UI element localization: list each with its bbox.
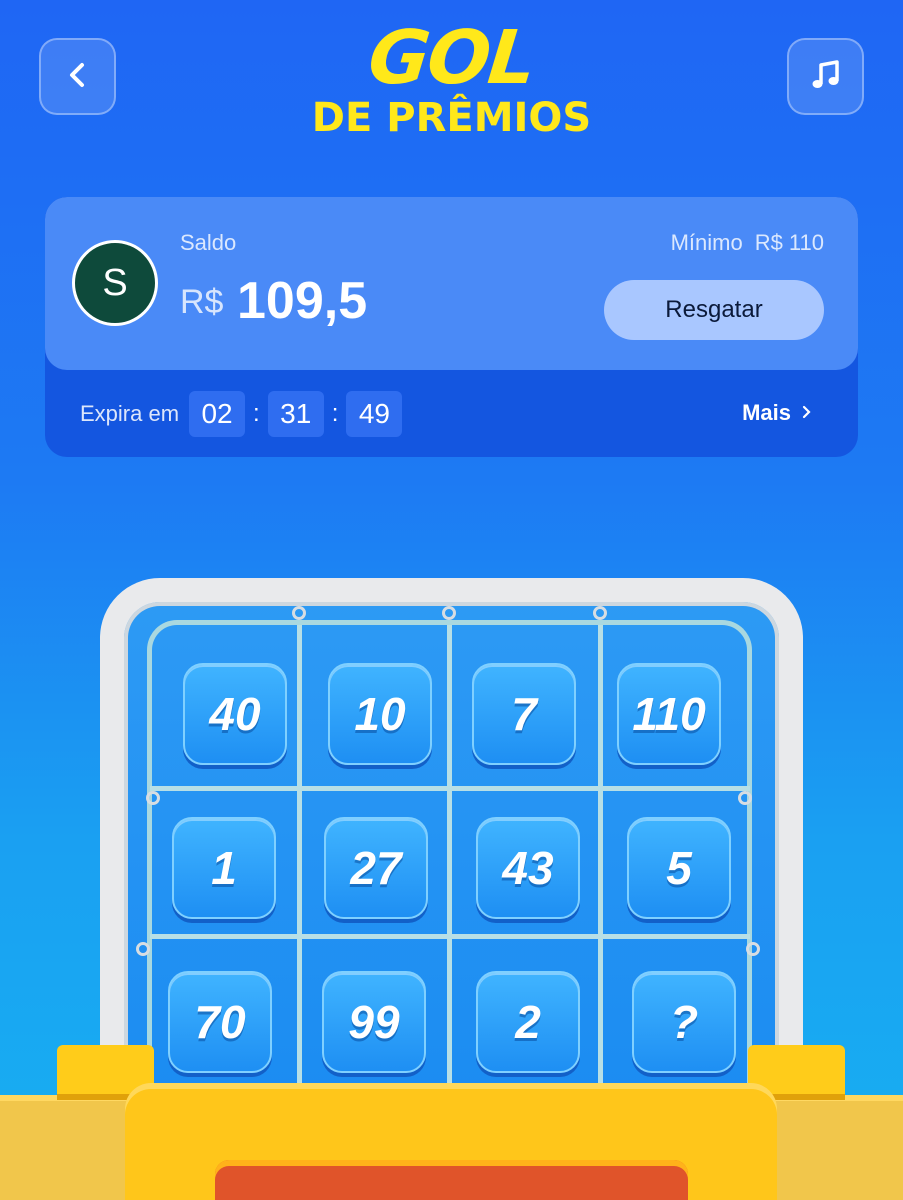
net-line	[150, 934, 750, 939]
net-line	[297, 625, 302, 1100]
saldo-amount: 109,5	[237, 272, 368, 330]
timer-minutes: 31	[267, 391, 324, 437]
music-button[interactable]	[787, 38, 864, 115]
more-link[interactable]: Mais	[742, 400, 813, 426]
minimum-info: Mínimo R$ 110	[671, 230, 824, 256]
timer-separator: :	[253, 400, 260, 427]
timer-hours: 02	[189, 391, 246, 437]
more-link-label: Mais	[742, 400, 791, 425]
minimum-label: Mínimo	[670, 230, 743, 255]
prize-tile[interactable]: 5	[627, 817, 731, 919]
redeem-button[interactable]: Resgatar	[604, 280, 824, 340]
saldo-label: Saldo	[180, 230, 237, 255]
prize-tile[interactable]: 110	[617, 663, 721, 765]
logo-subtitle: DE PRÊMIOS	[311, 95, 592, 141]
net-hook	[146, 791, 160, 805]
net-hook	[746, 942, 760, 956]
prize-tile[interactable]: 7	[472, 663, 576, 765]
balance-panel: S Saldo R$ 109,5 Mínimo R$ 110 Resgatar	[45, 197, 858, 370]
net-hook	[593, 606, 607, 620]
prize-tile[interactable]: 43	[476, 817, 580, 919]
net-hook	[738, 791, 752, 805]
prize-tile[interactable]: 1	[172, 817, 276, 919]
net-hook	[136, 942, 150, 956]
net-line	[598, 625, 603, 1100]
minimum-value: R$ 110	[754, 230, 824, 255]
prize-tile[interactable]: 27	[324, 817, 428, 919]
music-note-icon	[808, 57, 844, 97]
prize-tile[interactable]: 99	[322, 971, 426, 1073]
expiry-timer: Expira em 02 : 31 : 49	[80, 390, 403, 438]
platform-side-right	[763, 1095, 903, 1200]
prize-tile-mystery[interactable]: ?	[632, 971, 736, 1073]
expiry-label: Expira em	[80, 401, 180, 426]
prize-tile[interactable]: 10	[328, 663, 432, 765]
chevron-right-icon	[801, 402, 813, 425]
saldo-currency: R$	[180, 283, 224, 321]
prize-tile[interactable]: 40	[183, 663, 287, 765]
game-logo: GOL DE PRÊMIOS	[0, 15, 903, 141]
net-hook	[442, 606, 456, 620]
goal-base-slot	[215, 1160, 688, 1200]
prize-tile[interactable]: 70	[168, 971, 272, 1073]
logo-title: GOL	[364, 15, 539, 101]
net-hook	[292, 606, 306, 620]
timer-separator: :	[331, 400, 339, 427]
prize-tile[interactable]: 2	[476, 971, 580, 1073]
balance-card: S Saldo R$ 109,5 Mínimo R$ 110 Resgatar E…	[45, 197, 858, 457]
net-line	[447, 625, 452, 1100]
platform-side-left	[0, 1095, 140, 1200]
net-line	[150, 786, 750, 791]
avatar: S	[72, 240, 158, 326]
timer-seconds: 49	[346, 391, 403, 437]
